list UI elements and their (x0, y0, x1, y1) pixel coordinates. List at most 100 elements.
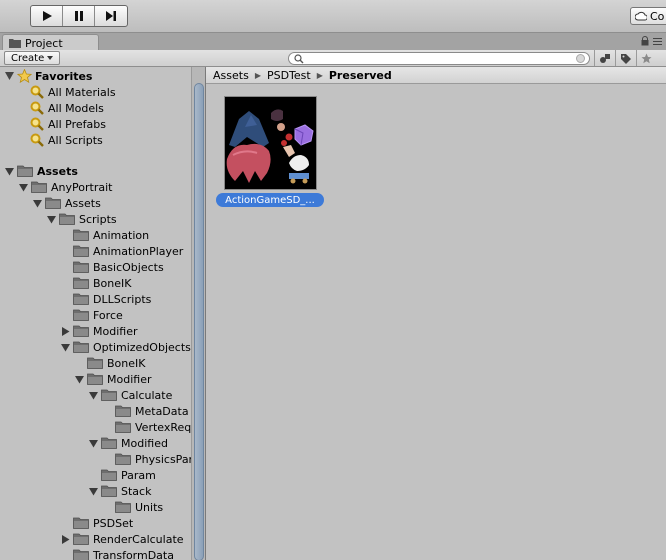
tree-item[interactable]: PSDSet (60, 515, 133, 531)
expand-arrow-icon[interactable] (18, 182, 28, 192)
arrow-spacer (102, 422, 112, 432)
tree-item[interactable]: BoneIK (74, 355, 145, 371)
asset-thumbnail[interactable] (224, 96, 317, 190)
folder-icon (101, 389, 117, 401)
search-icon (294, 54, 304, 64)
favorites-item[interactable]: All Prefabs (30, 116, 106, 132)
tree-item[interactable]: Force (60, 307, 123, 323)
tree-item-label: DLLScripts (93, 292, 152, 306)
search-clear-icon[interactable] (576, 54, 585, 63)
folder-icon (73, 533, 89, 545)
play-icon (42, 11, 52, 21)
expand-arrow-icon[interactable] (32, 198, 42, 208)
arrow-spacer (60, 518, 70, 528)
tree-item[interactable]: AnimationPlayer (60, 243, 183, 259)
folder-icon (101, 485, 117, 497)
tree-item[interactable]: RenderCalculate (60, 531, 184, 547)
arrow-spacer (102, 406, 112, 416)
chevron-down-icon (47, 56, 54, 60)
menu-icon[interactable] (653, 37, 662, 45)
star-icon (641, 53, 652, 63)
arrow-spacer (60, 310, 70, 320)
asset-panel[interactable]: Assets ▶ PSDTest ▶ Preserved ActionGameS… (205, 67, 666, 560)
expand-arrow-icon[interactable] (74, 374, 84, 384)
arrow-spacer (60, 246, 70, 256)
favorites-item-label: All Prefabs (48, 117, 106, 131)
arrow-spacer (60, 278, 70, 288)
tree-item[interactable]: Scripts (46, 211, 117, 227)
folder-icon (115, 405, 131, 417)
tree-item[interactable]: MetaData (102, 403, 189, 419)
search-input[interactable] (288, 52, 590, 65)
tree-item[interactable]: Stack (88, 483, 151, 499)
search-icon (30, 133, 44, 147)
tree-item[interactable]: Modified (88, 435, 168, 451)
expand-arrow-icon[interactable] (88, 390, 98, 400)
folder-icon (73, 245, 89, 257)
expand-arrow-icon[interactable] (46, 214, 56, 224)
breadcrumb-item[interactable]: Assets (213, 69, 249, 82)
folder-icon (73, 261, 89, 273)
favorites-item[interactable]: All Scripts (30, 132, 103, 148)
playback-controls (30, 5, 128, 27)
expand-arrow-icon[interactable] (4, 166, 14, 176)
tree-scrollbar[interactable] (191, 67, 205, 560)
tree-item-label: Param (121, 468, 156, 482)
favorites-label: Favorites (35, 69, 93, 83)
tree-item[interactable]: Calculate (88, 387, 172, 403)
lock-icon[interactable] (641, 36, 649, 46)
tab-project[interactable]: Project (2, 34, 99, 51)
tree-item[interactable]: OptimizedObjects (60, 339, 191, 355)
tab-options (641, 36, 662, 46)
arrow-spacer (60, 230, 70, 240)
filter-by-label-button[interactable] (615, 50, 635, 66)
tree-item[interactable]: DLLScripts (60, 291, 151, 307)
collapse-arrow-icon[interactable] (60, 326, 70, 336)
tree-item-label: Calculate (121, 388, 173, 402)
play-button[interactable] (31, 6, 63, 26)
tree-item-label: Force (93, 308, 123, 322)
expand-arrow-icon[interactable] (60, 342, 70, 352)
tree-item[interactable]: BasicObjects (60, 259, 164, 275)
shapes-icon (599, 53, 610, 63)
tree-item[interactable]: Animation (60, 227, 149, 243)
favorites-item[interactable]: All Models (30, 100, 104, 116)
collapse-arrow-icon[interactable] (60, 534, 70, 544)
folder-icon (9, 39, 21, 48)
tree-item[interactable]: TransformData (60, 547, 174, 560)
scrollbar-thumb[interactable] (194, 83, 204, 560)
pause-button[interactable] (63, 6, 95, 26)
arrow-spacer (102, 454, 112, 464)
tree-item[interactable]: Units (102, 499, 163, 515)
step-button[interactable] (95, 6, 127, 26)
folder-icon (115, 453, 131, 465)
tree-item[interactable]: BoneIK (60, 275, 131, 291)
tree-item[interactable]: Modifier (60, 323, 137, 339)
collab-button[interactable]: Co (630, 7, 666, 25)
tree-item[interactable]: AnyPortrait (18, 179, 112, 195)
tree-item-label: Modifier (93, 324, 138, 338)
expand-arrow-icon[interactable] (4, 71, 14, 81)
tree-item[interactable]: Assets (32, 195, 101, 211)
favorites-item[interactable]: All Materials (30, 84, 116, 100)
create-button[interactable]: Create (4, 51, 61, 65)
expand-arrow-icon[interactable] (88, 486, 98, 496)
folder-icon (101, 437, 117, 449)
folder-icon (73, 341, 89, 353)
tree-item[interactable]: Param (88, 467, 156, 483)
tree-item[interactable]: Modifier (74, 371, 151, 387)
tree-item[interactable]: VertexRequest (102, 419, 191, 435)
tree-item[interactable]: PhysicsParam (102, 451, 191, 467)
favorites-header[interactable]: Favorites (4, 68, 92, 84)
tree-item-label: Assets (65, 196, 101, 210)
filter-by-type-button[interactable] (594, 50, 614, 66)
tree-item-label: OptimizedObjects (93, 340, 191, 354)
tree-item[interactable]: Assets (4, 163, 78, 179)
expand-arrow-icon[interactable] (88, 438, 98, 448)
breadcrumb-item[interactable]: PSDTest (267, 69, 311, 82)
breadcrumb-current[interactable]: Preserved (329, 69, 392, 82)
asset-label[interactable]: ActionGameSD_... (216, 193, 324, 207)
favorites-filter-button[interactable] (636, 50, 656, 66)
folder-tree-panel[interactable]: Favorites All Materials All Models All Pre… (0, 67, 191, 560)
tree-item-label: PSDSet (93, 516, 134, 530)
